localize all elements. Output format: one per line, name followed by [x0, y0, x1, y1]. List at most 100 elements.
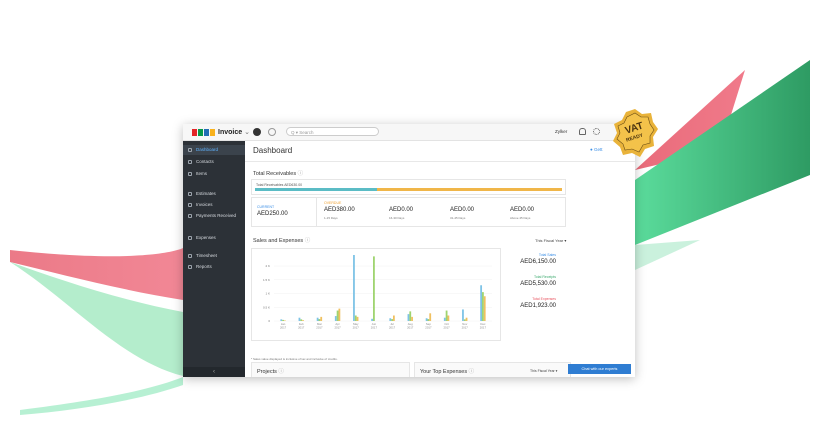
projects-title-text: Projects: [257, 369, 277, 375]
sidebar-item-label: Reports: [196, 264, 212, 269]
info-icon: ⓘ: [468, 369, 475, 375]
bar-total-expenses[interactable]: [465, 317, 468, 321]
total-expenses-value: AED1,923.00: [520, 303, 556, 309]
chat-with-experts-button[interactable]: Chat with our experts: [568, 364, 631, 374]
projects-title: Projects ⓘ: [257, 367, 284, 375]
bar-total-expenses[interactable]: [447, 315, 450, 322]
payments-icon: [188, 214, 192, 218]
get-started-link[interactable]: ● Gett: [590, 147, 602, 152]
bar-total-sales[interactable]: [389, 318, 392, 321]
bar-total-receipts[interactable]: [354, 315, 357, 322]
bucket-amount: AED380.00: [324, 207, 355, 213]
top-expenses-title-text: Your Top Expenses: [420, 369, 468, 375]
bar-total-sales[interactable]: [425, 318, 428, 321]
sidebar-item-invoices[interactable]: Invoices: [183, 200, 245, 210]
sales-chart-card: 2 K 1.5 K1 K 0.5 K 0 Jan 2017 Feb 2017 Mar 2017 Ap…: [251, 248, 501, 341]
x-tick-label: 2017: [407, 326, 414, 330]
sidebar-item-label: Items: [196, 171, 208, 176]
chevron-down-icon: ⌄: [244, 129, 250, 136]
bar-total-receipts[interactable]: [427, 319, 430, 321]
app-logo[interactable]: Invoice ⌄: [192, 128, 250, 136]
bar-total-expenses[interactable]: [429, 313, 432, 321]
estimates-icon: [188, 192, 192, 196]
bar-total-receipts[interactable]: [463, 319, 466, 321]
x-tick-label: 2017: [371, 326, 378, 330]
expenses-icon: [188, 236, 192, 240]
bar-total-expenses[interactable]: [411, 316, 413, 321]
bell-icon[interactable]: [579, 128, 586, 135]
bar-total-expenses[interactable]: [302, 320, 304, 321]
sidebar-item-contacts[interactable]: Contacts: [183, 157, 245, 167]
top-bar: Invoice ⌄ Q ▾ Search Zylker: [183, 124, 635, 141]
bucket-days: 1-15 Days: [324, 216, 338, 220]
bar-total-sales[interactable]: [480, 285, 483, 321]
sidebar-item-payments-received[interactable]: Payments Received: [183, 211, 245, 221]
bar-total-sales[interactable]: [407, 314, 410, 321]
bar-total-expenses[interactable]: [356, 316, 359, 321]
reports-icon: [188, 265, 192, 269]
top-expenses-period-filter[interactable]: This Fiscal Year ▾: [530, 369, 557, 373]
bucket-current[interactable]: CURRENT AED250.00: [252, 198, 317, 226]
sales-title-text: Sales and Expenses: [253, 238, 304, 244]
sidebar-item-reports[interactable]: Reports: [183, 262, 245, 272]
bar-total-sales[interactable]: [371, 318, 374, 321]
sales-expenses-chart: 2 K1.5 K1 K0.5 K0Jan2017Feb2017Mar2017Ap…: [263, 255, 492, 330]
bar-total-receipts[interactable]: [445, 310, 448, 321]
collapse-sidebar-button[interactable]: ‹: [183, 367, 245, 377]
bar-total-receipts[interactable]: [373, 256, 375, 321]
bar-total-receipts[interactable]: [482, 292, 484, 321]
x-tick-label: 2017: [425, 326, 432, 330]
top-expenses-title: Your Top Expenses ⓘ: [420, 367, 474, 375]
total-receipts-label: Total Receipts: [534, 275, 556, 279]
sidebar-item-label: Expenses: [196, 235, 216, 240]
info-icon: ⓘ: [278, 369, 284, 375]
bar-total-sales[interactable]: [353, 255, 355, 321]
bar-total-sales[interactable]: [443, 317, 446, 321]
bucket-above-45[interactable]: AED0.00 Above 45 Days: [508, 198, 563, 226]
sidebar-item-expenses[interactable]: Expenses: [183, 233, 245, 243]
sidebar-item-estimates[interactable]: Estimates: [183, 189, 245, 199]
search-input[interactable]: Q ▾ Search: [286, 127, 379, 136]
y-tick-label: 1.5 K: [263, 278, 270, 282]
sidebar-item-label: Payments Received: [196, 213, 237, 218]
bar-total-sales[interactable]: [298, 317, 301, 321]
bar-total-expenses[interactable]: [338, 308, 341, 321]
sidebar-item-dashboard[interactable]: Dashboard: [183, 145, 245, 155]
org-switcher[interactable]: Zylker: [555, 129, 567, 134]
sidebar-item-items[interactable]: Items: [183, 169, 245, 179]
bar-total-receipts[interactable]: [282, 319, 284, 321]
bar-total-receipts[interactable]: [318, 319, 321, 321]
bar-total-expenses[interactable]: [392, 315, 395, 322]
bar-total-expenses[interactable]: [320, 316, 323, 321]
bar-total-receipts[interactable]: [409, 311, 412, 321]
main-content: Dashboard ● Gett Total Receivables ⓘ Tot…: [245, 141, 635, 377]
bar-total-sales[interactable]: [280, 319, 283, 321]
sidebar-item-timesheet[interactable]: Timesheet: [183, 251, 245, 261]
overdue-receivables-bar[interactable]: [377, 188, 562, 191]
bar-total-receipts[interactable]: [300, 319, 303, 321]
recent-clock-icon[interactable]: [268, 128, 276, 136]
bucket-overdue-1-15[interactable]: OVERDUE AED380.00 1-15 Days: [322, 198, 382, 226]
x-tick-label: 2017: [353, 326, 360, 330]
bucket-31-45[interactable]: AED0.00 31-45 Days: [448, 198, 503, 226]
total-sales-label: Total Sales: [538, 253, 556, 257]
x-tick-label: 2017: [316, 326, 323, 330]
app-window: Invoice ⌄ Q ▾ Search Zylker Dashboard Co…: [183, 124, 635, 377]
contacts-icon: [188, 160, 192, 164]
bar-total-sales[interactable]: [462, 309, 464, 321]
bar-total-sales[interactable]: [316, 317, 319, 321]
bar-total-expenses[interactable]: [483, 296, 486, 321]
gear-icon[interactable]: [593, 128, 600, 135]
y-tick-label: 1 K: [265, 292, 270, 296]
info-icon: ⓘ: [297, 171, 304, 177]
bar-total-sales[interactable]: [334, 316, 337, 321]
x-tick-label: 2017: [462, 326, 469, 330]
bar-total-receipts[interactable]: [336, 310, 339, 321]
bar-total-receipts[interactable]: [391, 319, 393, 321]
sales-period-filter[interactable]: This Fiscal Year ▾: [535, 238, 566, 243]
bar-total-expenses[interactable]: [283, 320, 286, 321]
projects-card: Projects ⓘ: [251, 362, 410, 377]
notification-count-icon[interactable]: [253, 128, 261, 136]
current-receivables-bar[interactable]: [255, 188, 377, 191]
bucket-16-30[interactable]: AED0.00 16-30 Days: [387, 198, 442, 226]
